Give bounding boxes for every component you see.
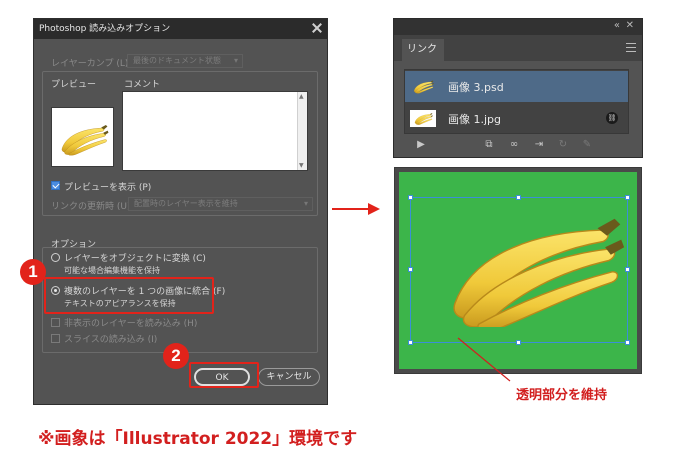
tab-links[interactable]: リンク [402,39,444,61]
comment-scrollbar[interactable]: ▲ ▼ [297,92,307,170]
step-badge-1: 1 [20,259,46,285]
go-to-link-icon[interactable]: ⇥ [532,139,546,151]
selection-handle[interactable] [625,267,630,272]
annotation-leader-line [457,337,511,382]
cancel-button-label: キャンセル [266,372,312,382]
panel-header: « ✕ [394,19,642,35]
banana-jpg-thumbnail-icon [410,110,436,127]
link-item-psd[interactable]: 画像 3.psd [405,71,628,102]
selection-bounding-box [410,197,628,343]
selection-handle[interactable] [408,267,413,272]
link-item-name: 画像 3.psd [448,81,504,94]
link-item-name: 画像 1.jpg [448,113,502,126]
selection-handle[interactable] [625,340,630,345]
close-panel-icon[interactable]: ✕ [626,20,634,31]
update-links-select[interactable]: 配置時のレイヤー表示を維持 [128,197,313,211]
cancel-button[interactable]: キャンセル [258,368,320,386]
import-hidden-label: 非表示のレイヤーを読み込み (H) [64,319,198,329]
links-panel: « ✕ リンク 画像 3.psd 画像 1.jpg ⛓ ▶ ⧉ ∞ ⇥ ↻ ✎ [393,18,643,158]
scroll-down-icon[interactable]: ▼ [299,162,304,169]
link-item-jpg[interactable]: 画像 1.jpg ⛓ [405,103,628,134]
convert-layers-radio[interactable] [51,253,60,262]
step-badge-2: 2 [163,343,189,369]
scroll-up-icon[interactable]: ▲ [299,93,304,100]
show-preview-label: プレビューを表示 (P) [64,183,152,193]
layer-comp-select[interactable]: 最後のドキュメント状態 [127,54,243,68]
update-links-label: リンクの更新時 (U) : [51,202,137,212]
selection-handle[interactable] [516,195,521,200]
dialog-titlebar: Photoshop 読み込みオプション [34,19,327,39]
edit-original-icon[interactable]: ✎ [580,139,594,151]
banana-thumbnail-icon [414,80,434,94]
convert-layers-sublabel: 可能な場合編集機能を保持 [64,266,160,275]
panel-tabbar: リンク [394,35,642,61]
comment-textarea[interactable]: ▲ ▼ [122,91,308,171]
collapse-icon[interactable]: « [614,20,620,31]
import-slices-checkbox[interactable] [51,334,60,343]
ok-button-highlight [189,362,259,388]
panel-menu-icon[interactable] [626,43,636,52]
convert-layers-label: レイヤーをオブジェクトに変換 (C) [64,254,206,264]
selection-handle[interactable] [408,340,413,345]
import-hidden-checkbox[interactable] [51,318,60,327]
relink-icon[interactable]: ∞ [507,139,521,151]
flatten-option-highlight [44,277,214,314]
relink-library-icon[interactable]: ⧉ [482,139,496,151]
right-arrow-icon [332,203,380,215]
banana-preview-image [57,122,109,156]
preview-thumbnail [51,107,114,167]
update-link-icon[interactable]: ↻ [556,139,570,151]
dialog-title: Photoshop 読み込みオプション [39,24,171,34]
close-icon[interactable] [312,23,322,33]
comment-label: コメント [124,80,161,90]
show-preview-checkbox[interactable] [51,181,60,190]
play-icon[interactable]: ▶ [414,139,428,151]
selection-handle[interactable] [625,195,630,200]
preview-label: プレビュー [51,80,97,90]
options-label: オプション [51,240,97,250]
transparency-annotation: 透明部分を維持 [516,388,608,403]
environment-note: ※画象は「Illustrator 2022」環境です [38,429,358,449]
link-status-icon: ⛓ [606,112,618,124]
update-links-value: 配置時のレイヤー表示を維持 [134,199,238,208]
layer-comp-value: 最後のドキュメント状態 [133,56,221,65]
import-slices-label: スライスの読み込み (I) [64,335,158,345]
layer-comp-label: レイヤーカンプ (L) : [51,59,135,69]
links-list: 画像 3.psd 画像 1.jpg ⛓ [404,69,629,134]
selection-handle[interactable] [408,195,413,200]
selection-handle[interactable] [516,340,521,345]
